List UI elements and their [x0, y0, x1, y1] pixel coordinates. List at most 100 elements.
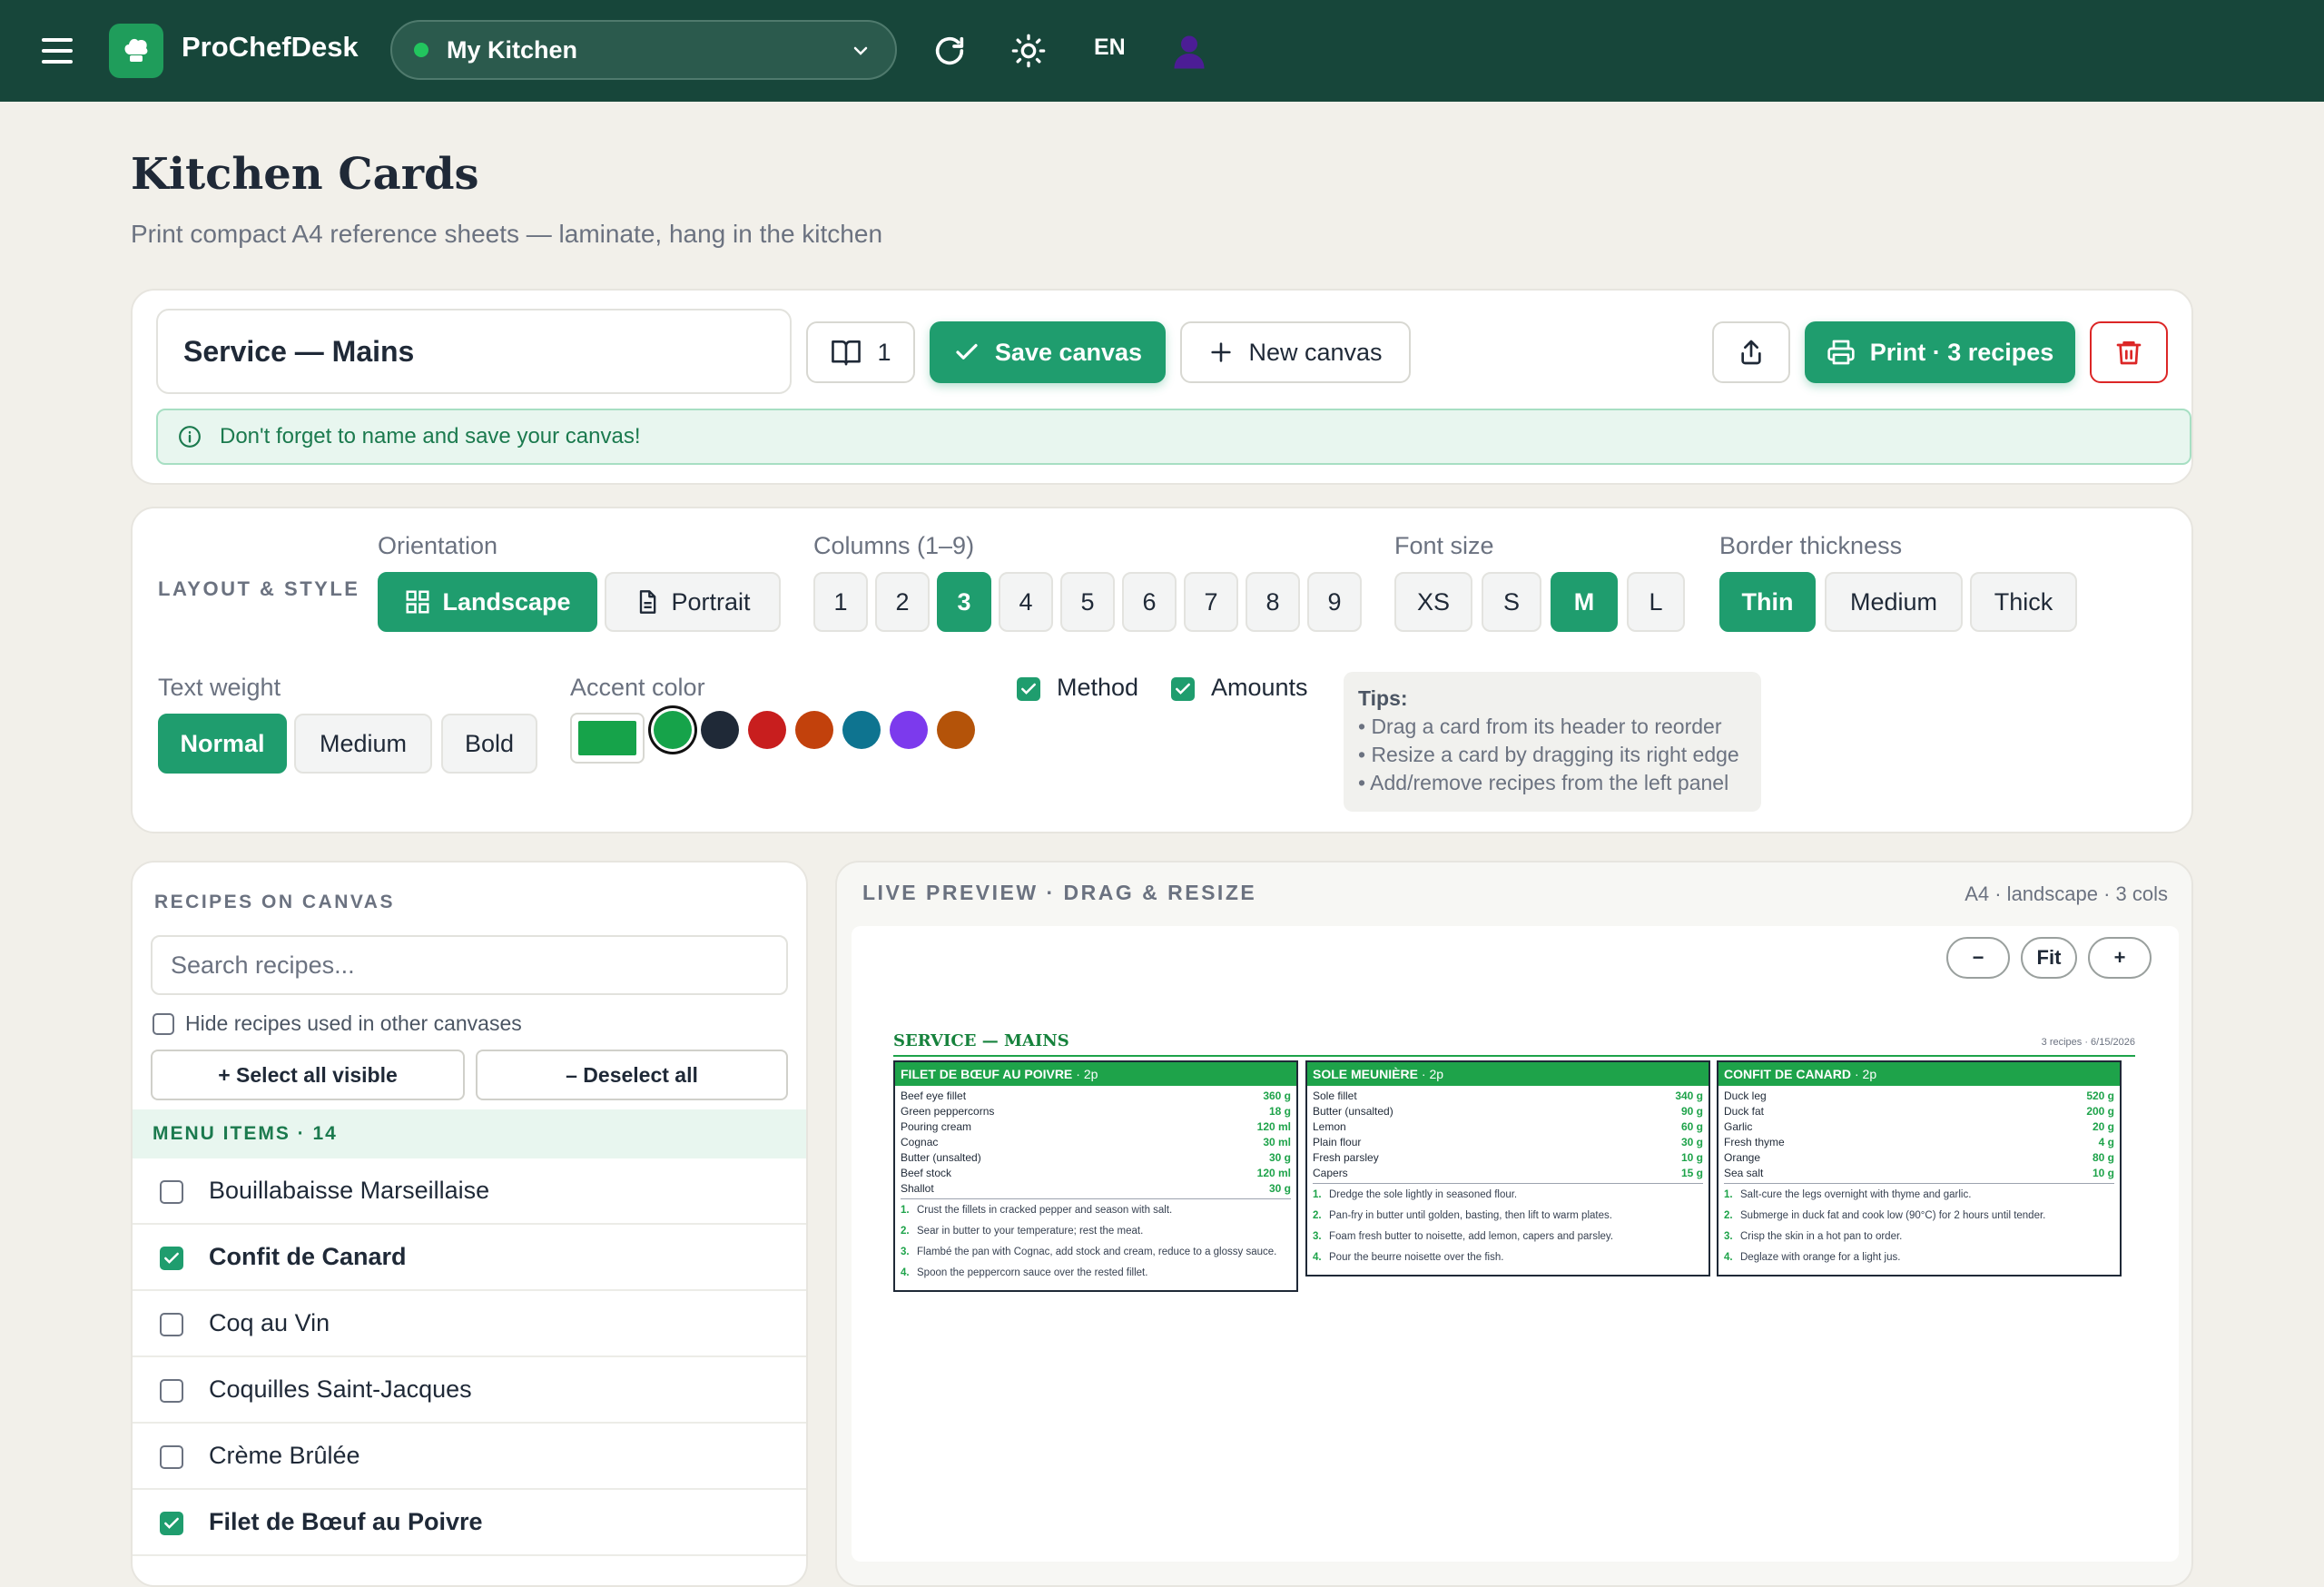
ingredient-name: Capers: [1313, 1167, 1348, 1179]
ingredient-name: Orange: [1724, 1151, 1761, 1164]
recipe-checkbox[interactable]: [160, 1512, 183, 1535]
select-all-button[interactable]: + Select all visible: [151, 1050, 465, 1100]
zoom-in-button[interactable]: +: [2088, 937, 2152, 979]
recipe-checkbox[interactable]: [160, 1313, 183, 1336]
delete-canvas-button[interactable]: [2090, 321, 2168, 383]
recipe-row[interactable]: Crème Brûlée: [133, 1424, 806, 1490]
card-title: CONFIT DE CANARD: [1724, 1067, 1851, 1081]
share-button[interactable]: [1712, 321, 1790, 383]
recipe-row[interactable]: Coquilles Saint-Jacques: [133, 1357, 806, 1424]
swatch-orange[interactable]: [795, 711, 833, 749]
kitchen-selector[interactable]: My Kitchen: [390, 20, 897, 80]
recipe-search-input[interactable]: Search recipes...: [151, 935, 788, 995]
font-size-option[interactable]: M: [1551, 572, 1618, 632]
tip-item: • Resize a card by dragging its right ed…: [1358, 743, 1739, 766]
recipe-row[interactable]: Coq au Vin: [133, 1291, 806, 1357]
border-option[interactable]: Medium: [1825, 572, 1963, 632]
recipe-checkbox[interactable]: [160, 1379, 183, 1403]
hide-used-checkbox[interactable]: [153, 1013, 174, 1035]
column-option[interactable]: 9: [1307, 572, 1362, 632]
swatch-purple[interactable]: [890, 711, 928, 749]
column-option[interactable]: 3: [937, 572, 991, 632]
font-size-option[interactable]: S: [1482, 572, 1541, 632]
canvas-name-input[interactable]: Service — Mains: [156, 309, 792, 394]
swatch-teal[interactable]: [842, 711, 881, 749]
column-option[interactable]: 1: [813, 572, 868, 632]
live-preview-title: LIVE PREVIEW · DRAG & RESIZE: [862, 881, 1257, 904]
ingredient-name: Duck fat: [1724, 1105, 1765, 1118]
ingredient-amount: 18 g: [1268, 1105, 1291, 1118]
card-portions: · 2p: [1076, 1067, 1098, 1081]
border-option[interactable]: Thin: [1719, 572, 1816, 632]
save-canvas-button[interactable]: Save canvas: [930, 321, 1166, 383]
recipe-checkbox[interactable]: [160, 1445, 183, 1469]
swatch-amber[interactable]: [937, 711, 975, 749]
recipes-panel-title: RECIPES ON CANVAS: [154, 892, 395, 912]
column-option[interactable]: 7: [1184, 572, 1238, 632]
weight-option[interactable]: Normal: [158, 714, 287, 774]
swatch-red[interactable]: [748, 711, 786, 749]
method-checkbox[interactable]: [1017, 677, 1040, 701]
border-option[interactable]: Thick: [1970, 572, 2077, 632]
check-icon: [164, 1252, 179, 1264]
method-step: 3. Foam fresh butter to noisette, add lem…: [1313, 1229, 1703, 1244]
step-number: 4.: [901, 1267, 910, 1278]
accent-color-picker[interactable]: [570, 713, 645, 764]
kitchen-card-header[interactable]: CONFIT DE CANARD · 2p: [1718, 1062, 2120, 1086]
column-option[interactable]: 8: [1246, 572, 1300, 632]
column-option[interactable]: 5: [1060, 572, 1115, 632]
amounts-checkbox[interactable]: [1171, 677, 1195, 701]
ingredient-name: Duck leg: [1724, 1089, 1767, 1102]
font-size-option[interactable]: XS: [1394, 572, 1472, 632]
recipe-row[interactable]: Filet de Bœuf au Poivre: [133, 1490, 806, 1556]
refresh-icon[interactable]: [930, 31, 970, 71]
ingredient-name: Sea salt: [1724, 1167, 1764, 1179]
ingredient-row: Pouring cream 120 ml: [901, 1119, 1291, 1135]
user-icon[interactable]: [1169, 31, 1209, 71]
zoom-fit-button[interactable]: Fit: [2021, 937, 2077, 979]
font-size-option[interactable]: L: [1627, 572, 1685, 632]
recipe-checkbox[interactable]: [160, 1180, 183, 1204]
column-option[interactable]: 4: [999, 572, 1053, 632]
swatch-navy[interactable]: [701, 711, 739, 749]
orientation-portrait[interactable]: Portrait: [605, 572, 781, 632]
a4-sheet[interactable]: − Fit + SERVICE — MAINS 3 recipes · 6/15…: [852, 926, 2179, 1562]
kitchen-card-header[interactable]: SOLE MEUNIÈRE · 2p: [1307, 1062, 1709, 1086]
step-number: 4.: [1313, 1252, 1322, 1263]
column-option[interactable]: 6: [1122, 572, 1177, 632]
canvas-list-button[interactable]: 1: [806, 321, 915, 383]
layout-section-label: LAYOUT & STYLE: [158, 577, 360, 600]
swatch-green[interactable]: [654, 711, 692, 749]
recipe-name: Filet de Bœuf au Poivre: [209, 1508, 483, 1535]
print-button[interactable]: Print · 3 recipes: [1805, 321, 2075, 383]
step-text: Crisp the skin in a hot pan to order.: [1740, 1231, 1903, 1242]
zoom-out-button[interactable]: −: [1946, 937, 2010, 979]
method-step: 3. Crisp the skin in a hot pan to order.: [1724, 1229, 2114, 1244]
recipe-checkbox[interactable]: [160, 1247, 183, 1270]
recipe-row[interactable]: Bouillabaisse Marseillaise: [133, 1158, 806, 1225]
kitchen-card[interactable]: CONFIT DE CANARD · 2p Duck leg 520 g Duck fa…: [1717, 1060, 2122, 1276]
weight-option[interactable]: Medium: [294, 714, 432, 774]
kitchen-card-header[interactable]: FILET DE BŒUF AU POIVRE · 2p: [895, 1062, 1296, 1086]
kitchen-name: My Kitchen: [447, 35, 578, 64]
menu-icon[interactable]: [42, 38, 73, 64]
chef-hat-icon: [109, 24, 163, 78]
step-number: 2.: [1724, 1210, 1733, 1221]
recipe-row[interactable]: Confit de Canard: [133, 1225, 806, 1291]
method-step: 4. Pour the beurre noisette over the fish…: [1313, 1250, 1703, 1265]
weight-option[interactable]: Bold: [441, 714, 537, 774]
kitchen-card[interactable]: FILET DE BŒUF AU POIVRE · 2p Beef eye fill…: [893, 1060, 1298, 1292]
deselect-all-button[interactable]: – Deselect all: [476, 1050, 788, 1100]
orientation-landscape[interactable]: Landscape: [378, 572, 597, 632]
step-text: Dredge the sole lightly in seasoned flou…: [1329, 1189, 1518, 1200]
ingredient-name: Butter (unsalted): [1313, 1105, 1393, 1118]
method-step: 4. Deglaze with orange for a light jus.: [1724, 1250, 2114, 1265]
new-canvas-button[interactable]: New canvas: [1180, 321, 1411, 383]
kitchen-card[interactable]: SOLE MEUNIÈRE · 2p Sole fillet 340 g Butter …: [1305, 1060, 1710, 1276]
method-step: 4. Spoon the peppercorn sauce over the re…: [901, 1266, 1291, 1280]
ingredient-amount: 360 g: [1263, 1089, 1291, 1102]
recipe-name: Confit de Canard: [209, 1243, 407, 1270]
language-toggle[interactable]: EN: [1094, 34, 1126, 61]
column-option[interactable]: 2: [875, 572, 930, 632]
sun-icon[interactable]: [1009, 31, 1049, 71]
